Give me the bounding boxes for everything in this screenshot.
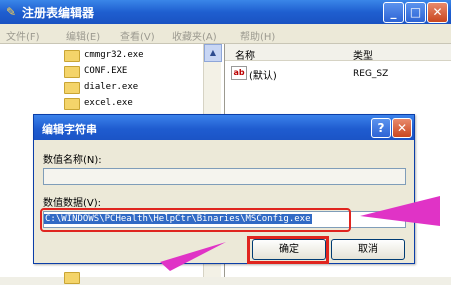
arrow-to-path-icon [360, 196, 440, 226]
annotation-arrows [160, 196, 440, 271]
arrow-to-ok-icon [160, 242, 226, 271]
